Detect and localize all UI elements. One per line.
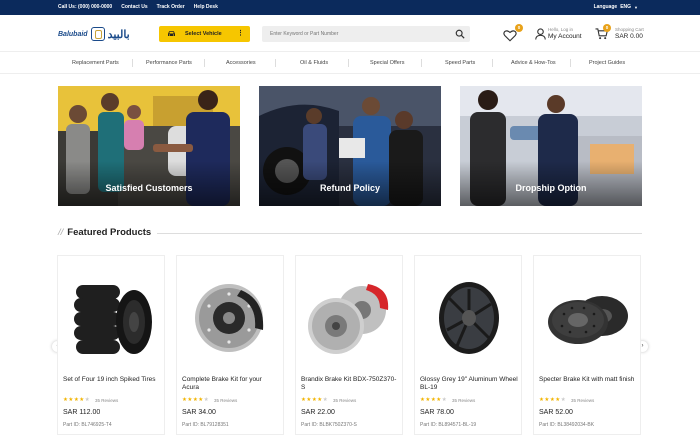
heading-slash-icon: // [58,227,64,238]
select-vehicle-label: Select Vehicle [185,31,222,37]
product-name[interactable]: Glossy Grey 19" Aluminum Wheel BL-19 [420,376,518,392]
product-price: SAR 78.00 [420,409,454,416]
banner-caption: Refund Policy [319,183,380,193]
car-icon [168,31,175,36]
product-price: SAR 34.00 [182,409,216,416]
product-reviews: 35 Reviews [333,398,357,403]
nav-item-performance-parts[interactable]: Performance Parts [146,60,192,66]
select-vehicle-button[interactable]: Select Vehicle ⋮ [159,26,250,42]
rating-stars-icon: ★★★★★ [63,397,91,403]
nav-divider [421,59,422,67]
user-icon [535,28,546,40]
product-image [74,285,152,354]
rating-stars-icon: ★★★★★ [182,397,210,403]
banner-refund-policy[interactable]: Refund Policy [259,86,441,206]
main-nav: Replacement Parts Performance Parts Acce… [0,52,700,74]
rating-stars-icon: ★★★★★ [420,397,448,403]
product-price: SAR 22.00 [301,409,335,416]
nav-item-advice-how-tos[interactable]: Advice & How-Tos [511,60,556,66]
cart-label: Shopping Cart [615,27,644,32]
logo-text-ar: بالبيد [107,28,130,41]
language-label: Language [593,4,618,10]
product-price: SAR 52.00 [539,409,573,416]
product-part-id: Part ID: BLBK750Z370-S [301,422,357,428]
nav-item-replacement-parts[interactable]: Replacement Parts [72,60,119,66]
top-bar: Call Us: (000) 000-0000 Contact Us Track… [0,0,700,15]
nav-divider [275,59,276,67]
product-image [548,296,628,344]
nav-divider [204,59,205,67]
account-label: My Account [548,33,582,40]
heading-divider [157,233,642,234]
chevron-down-icon: ▼ [634,4,638,10]
product-part-id: Part ID: BL38492034-BK [539,422,595,428]
product-image [195,284,264,352]
logo-text-en: Balubaid [58,30,88,38]
top-link-contact[interactable]: Contact Us [121,4,147,10]
product-reviews: 35 Reviews [571,398,595,403]
cart-total: SAR 0.00 [615,33,643,40]
product-name[interactable]: Complete Brake Kit for your Acura [182,376,280,392]
product-card[interactable]: Glossy Grey 19" Aluminum Wheel BL-19 ★★★… [414,255,522,435]
chevron-right-icon: › [641,343,644,349]
heart-icon [503,30,517,42]
wishlist-button[interactable]: 0 [503,24,523,43]
product-image [439,282,499,354]
product-card[interactable]: Specter Brake Kit with matt finish ★★★★★… [533,255,641,435]
nav-divider [132,59,133,67]
account-greeting: Hello, Log in [548,27,574,32]
product-name[interactable]: Set of Four 19 inch Spiked Tires [63,376,161,384]
nav-item-speed-parts[interactable]: Speed Parts [445,60,475,66]
language-value: ENG [620,4,632,10]
nav-divider [348,59,349,67]
banner-dropship-option[interactable]: Dropship Option [460,86,642,206]
rating-stars-icon: ★★★★★ [301,397,329,403]
nav-divider [570,59,571,67]
product-part-id: Part ID: BL79128351 [182,422,229,428]
product-card[interactable]: Complete Brake Kit for your Acura ★★★★★ … [176,255,284,435]
nav-item-accessories[interactable]: Accessories [226,60,256,66]
nav-item-oil-fluids[interactable]: Oil & Fluids [300,60,328,66]
product-name[interactable]: Brandix Brake Kit BDX-750Z370-S [301,376,399,392]
search-box [262,26,470,42]
product-reviews: 35 Reviews [452,398,476,403]
more-vertical-icon: ⋮ [237,30,244,37]
product-card[interactable]: Set of Four 19 inch Spiked Tires ★★★★★ 3… [57,255,165,435]
wishlist-count-badge: 0 [515,24,523,32]
top-link-track-order[interactable]: Track Order [157,4,185,10]
product-reviews: 35 Reviews [95,398,119,403]
nav-item-special-offers[interactable]: Special Offers [370,60,404,66]
search-input[interactable] [262,26,442,42]
product-card[interactable]: Brandix Brake Kit BDX-750Z370-S ★★★★★ 35… [295,255,403,435]
top-link-phone[interactable]: Call Us: (000) 000-0000 [58,4,112,10]
product-name[interactable]: Specter Brake Kit with matt finish [539,376,637,384]
product-part-id: Part ID: BL746925-T4 [63,422,112,428]
featured-title: Featured Products [67,227,152,238]
product-reviews: 35 Reviews [214,398,238,403]
top-link-help-desk[interactable]: Help Desk [194,4,218,10]
cart-count-badge: 0 [603,24,611,32]
top-links: Call Us: (000) 000-0000 Contact Us Track… [58,4,218,10]
banner-caption: Satisfied Customers [105,183,193,193]
nav-divider [492,59,493,67]
banner-caption: Dropship Option [515,183,587,193]
header: Balubaid بالبيد Select Vehicle ⋮ 0 Hell [0,15,700,52]
featured-heading: // Featured Products [58,227,151,238]
banner-satisfied-customers[interactable]: Satisfied Customers [58,86,240,206]
cart-button[interactable]: 0 Shopping Cart SAR 0.00 [595,24,647,44]
search-icon[interactable] [455,29,465,39]
logo-mark-icon [90,27,105,41]
nav-item-project-guides[interactable]: Project Guides [589,60,625,66]
product-part-id: Part ID: BL894571-BL-19 [420,422,477,428]
account-link[interactable]: Hello, Log in My Account [535,26,585,44]
product-image [308,284,389,354]
language-selector[interactable]: Language ENG ▼ [594,4,638,10]
site-logo[interactable]: Balubaid بالبيد [58,25,158,43]
rating-stars-icon: ★★★★★ [539,397,567,403]
product-price: SAR 112.00 [63,409,101,416]
